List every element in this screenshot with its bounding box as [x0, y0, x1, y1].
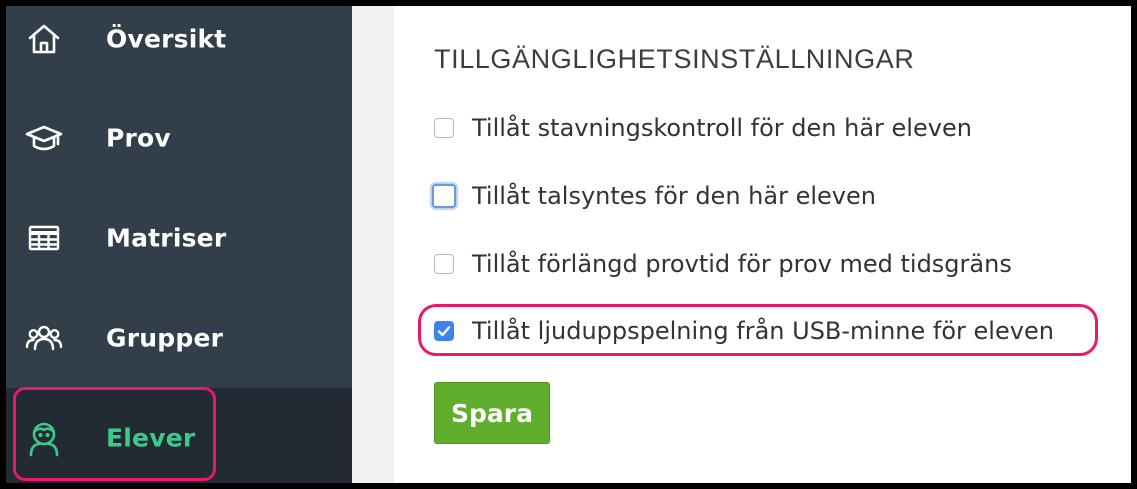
sidebar-item-matriser[interactable]: Matriser: [6, 188, 352, 288]
checkmark-icon: [437, 326, 451, 337]
checkbox-checked[interactable]: [434, 321, 454, 341]
save-button[interactable]: Spara: [434, 382, 550, 444]
sidebar-item-label: Prov: [106, 123, 171, 153]
option-usb-audio[interactable]: Tillåt ljuduppspelning från USB-minne fö…: [434, 315, 1054, 347]
sidebar-item-grupper[interactable]: Grupper: [6, 288, 352, 388]
option-extended-time[interactable]: Tillåt förlängd provtid för prov med tid…: [434, 248, 1012, 280]
sidebar-item-prov[interactable]: Prov: [6, 88, 352, 188]
home-icon: [25, 20, 63, 58]
page-title: TILLGÄNGLIGHETSINSTÄLLNINGAR: [434, 44, 915, 74]
graduation-cap-icon: [25, 119, 63, 157]
student-icon: [25, 419, 63, 457]
sidebar-item-oversikt[interactable]: Översikt: [6, 6, 352, 89]
group-icon: [25, 319, 63, 357]
option-spell-check[interactable]: Tillåt stavningskontroll för den här ele…: [434, 112, 972, 144]
table-grid-icon: [25, 219, 63, 257]
option-label: Tillåt talsyntes för den här eleven: [472, 182, 876, 210]
option-text-to-speech[interactable]: Tillåt talsyntes för den här eleven: [432, 180, 876, 212]
checkbox[interactable]: [434, 254, 454, 274]
sidebar-item-label: Översikt: [106, 24, 227, 54]
settings-panel: TILLGÄNGLIGHETSINSTÄLLNINGAR Tillåt stav…: [394, 6, 1131, 483]
sidebar-item-label: Matriser: [106, 223, 227, 253]
checkbox[interactable]: [434, 118, 454, 138]
sidebar-item-elever[interactable]: Elever: [6, 388, 352, 483]
option-label: Tillåt förlängd provtid för prov med tid…: [472, 250, 1012, 278]
sidebar: Översikt Prov Matriser Grupper Elever: [6, 6, 352, 483]
sidebar-item-label: Grupper: [106, 323, 224, 353]
checkbox[interactable]: [432, 184, 456, 208]
sidebar-item-label: Elever: [106, 423, 196, 453]
app-window: Översikt Prov Matriser Grupper Elever TI…: [6, 6, 1131, 483]
option-label: Tillåt ljuduppspelning från USB-minne fö…: [472, 317, 1054, 345]
option-label: Tillåt stavningskontroll för den här ele…: [472, 114, 972, 142]
